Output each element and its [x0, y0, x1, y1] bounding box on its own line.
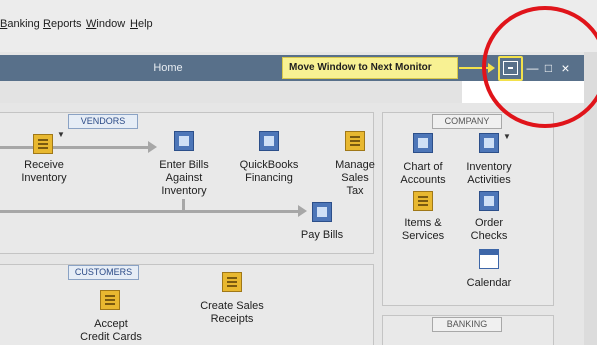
order-checks-icon[interactable]	[479, 191, 499, 211]
receive-inventory-label[interactable]: Receive Inventory	[13, 159, 75, 185]
menu-help[interactable]: Help	[130, 18, 153, 30]
home-toolbar-strip	[0, 81, 462, 103]
inventory-activities-icon[interactable]	[479, 133, 499, 153]
chart-of-accounts-icon[interactable]	[413, 133, 433, 153]
customers-panel	[0, 264, 374, 345]
items-services-icon[interactable]	[413, 191, 433, 211]
company-tab[interactable]: COMPANY	[432, 114, 502, 129]
calendar-icon[interactable]	[479, 249, 499, 269]
manage-sales-tax-icon[interactable]	[345, 131, 365, 151]
pay-bills-icon[interactable]	[312, 202, 332, 222]
flow-arrow-to-bills	[148, 141, 157, 153]
flow-arrow-to-paybills	[298, 205, 307, 217]
accept-credit-cards-label[interactable]: Accept Credit Cards	[78, 318, 144, 344]
pay-bills-label[interactable]: Pay Bills	[296, 229, 348, 242]
receive-inventory-icon[interactable]	[33, 134, 53, 154]
inventory-activities-dropdown-icon[interactable]: ▼	[503, 132, 511, 141]
quickbooks-financing-icon[interactable]	[259, 131, 279, 151]
chart-of-accounts-label[interactable]: Chart of Accounts	[396, 161, 450, 187]
items-services-label[interactable]: Items & Services	[396, 217, 450, 243]
window-title: Home	[153, 62, 183, 74]
menu-banking[interactable]: Banking	[0, 18, 40, 30]
menu-reports[interactable]: Reports	[43, 18, 82, 30]
calendar-label[interactable]: Calendar	[462, 277, 516, 290]
banking-tab[interactable]: BANKING	[432, 317, 502, 332]
order-checks-label[interactable]: Order Checks	[462, 217, 516, 243]
enter-bills-label[interactable]: Enter Bills Against Inventory	[150, 159, 218, 198]
flow-line-paybills	[0, 210, 298, 213]
customers-tab[interactable]: CUSTOMERS	[68, 265, 139, 280]
accept-credit-cards-icon[interactable]	[100, 290, 120, 310]
highlight-circle	[482, 6, 597, 128]
enter-bills-icon[interactable]	[174, 131, 194, 151]
move-window-tooltip: Move Window to Next Monitor button	[282, 57, 458, 93]
flow-line-receive	[0, 146, 148, 149]
receive-inventory-dropdown-icon[interactable]: ▼	[57, 130, 65, 139]
quickbooks-financing-label[interactable]: QuickBooks Financing	[234, 159, 304, 185]
manage-sales-tax-label[interactable]: Manage Sales Tax	[330, 159, 380, 198]
inventory-activities-label[interactable]: Inventory Activities	[462, 161, 516, 187]
menu-window[interactable]: Window	[86, 18, 125, 30]
create-sales-receipts-label[interactable]: Create Sales Receipts	[197, 300, 267, 326]
create-sales-receipts-icon[interactable]	[222, 272, 242, 292]
vendors-tab[interactable]: VENDORS	[68, 114, 138, 129]
